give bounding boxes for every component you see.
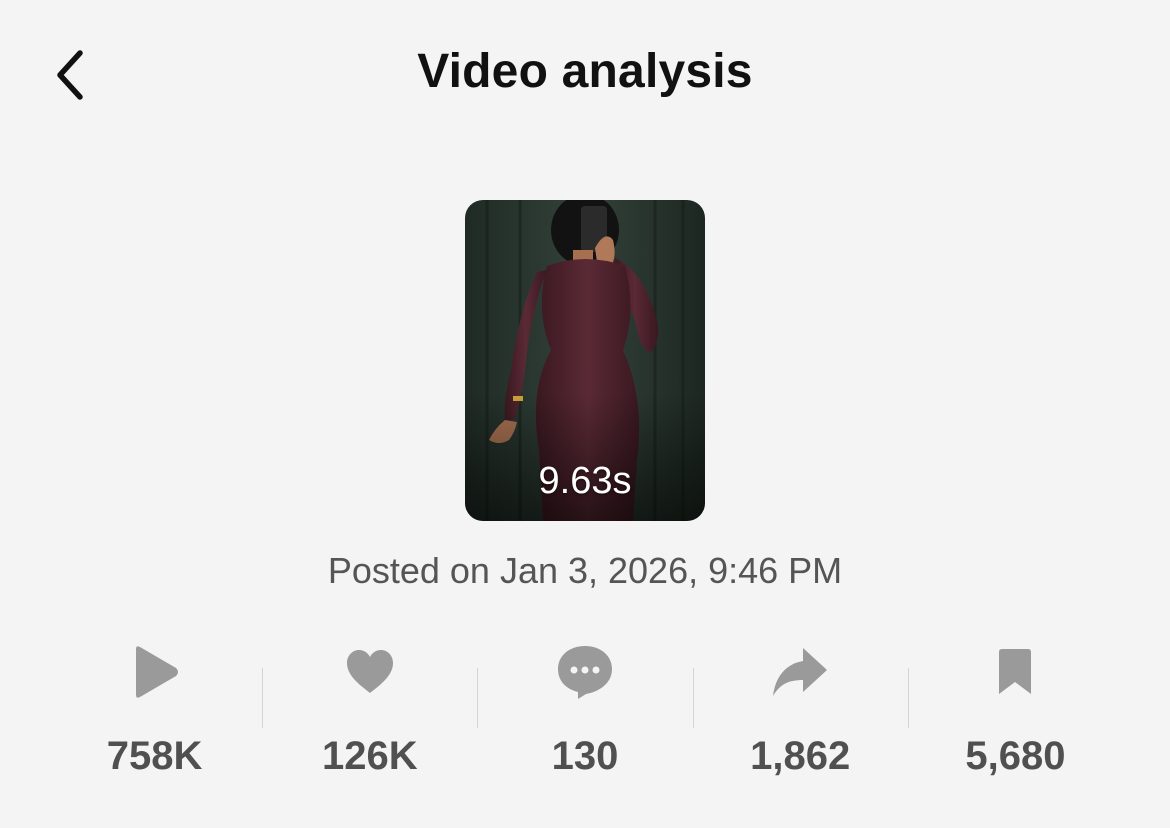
heart-icon: [338, 640, 402, 704]
stat-divider: [907, 668, 909, 728]
stat-divider: [692, 668, 694, 728]
saves-count: 5,680: [965, 734, 1066, 778]
page-title: Video analysis: [417, 45, 753, 98]
stat-views: 758K: [47, 640, 262, 790]
stat-divider: [477, 668, 479, 728]
shares-count: 1,862: [750, 734, 851, 778]
comment-icon: [553, 640, 617, 704]
play-icon: [123, 640, 187, 704]
stat-shares: 1,862: [692, 640, 908, 790]
stats-row: 758K 126K 130 1,862 5,680: [47, 640, 1123, 790]
share-icon: [768, 640, 832, 704]
video-thumbnail[interactable]: 9.63s: [465, 200, 705, 521]
likes-count: 126K: [321, 734, 418, 778]
views-count: 758K: [106, 734, 203, 778]
stat-comments: 130: [477, 640, 692, 790]
video-analysis-screen: Video analysis 9.63s Posted on Jan 3, 20…: [0, 0, 1170, 828]
posted-date: Posted on Jan 3, 2026, 9:46 PM: [327, 550, 843, 591]
video-duration: 9.63s: [538, 460, 632, 502]
stat-saves: 5,680: [907, 640, 1123, 790]
stat-divider: [262, 668, 264, 728]
comments-count: 130: [551, 734, 619, 778]
bookmark-icon: [983, 640, 1047, 704]
stat-likes: 126K: [262, 640, 477, 790]
